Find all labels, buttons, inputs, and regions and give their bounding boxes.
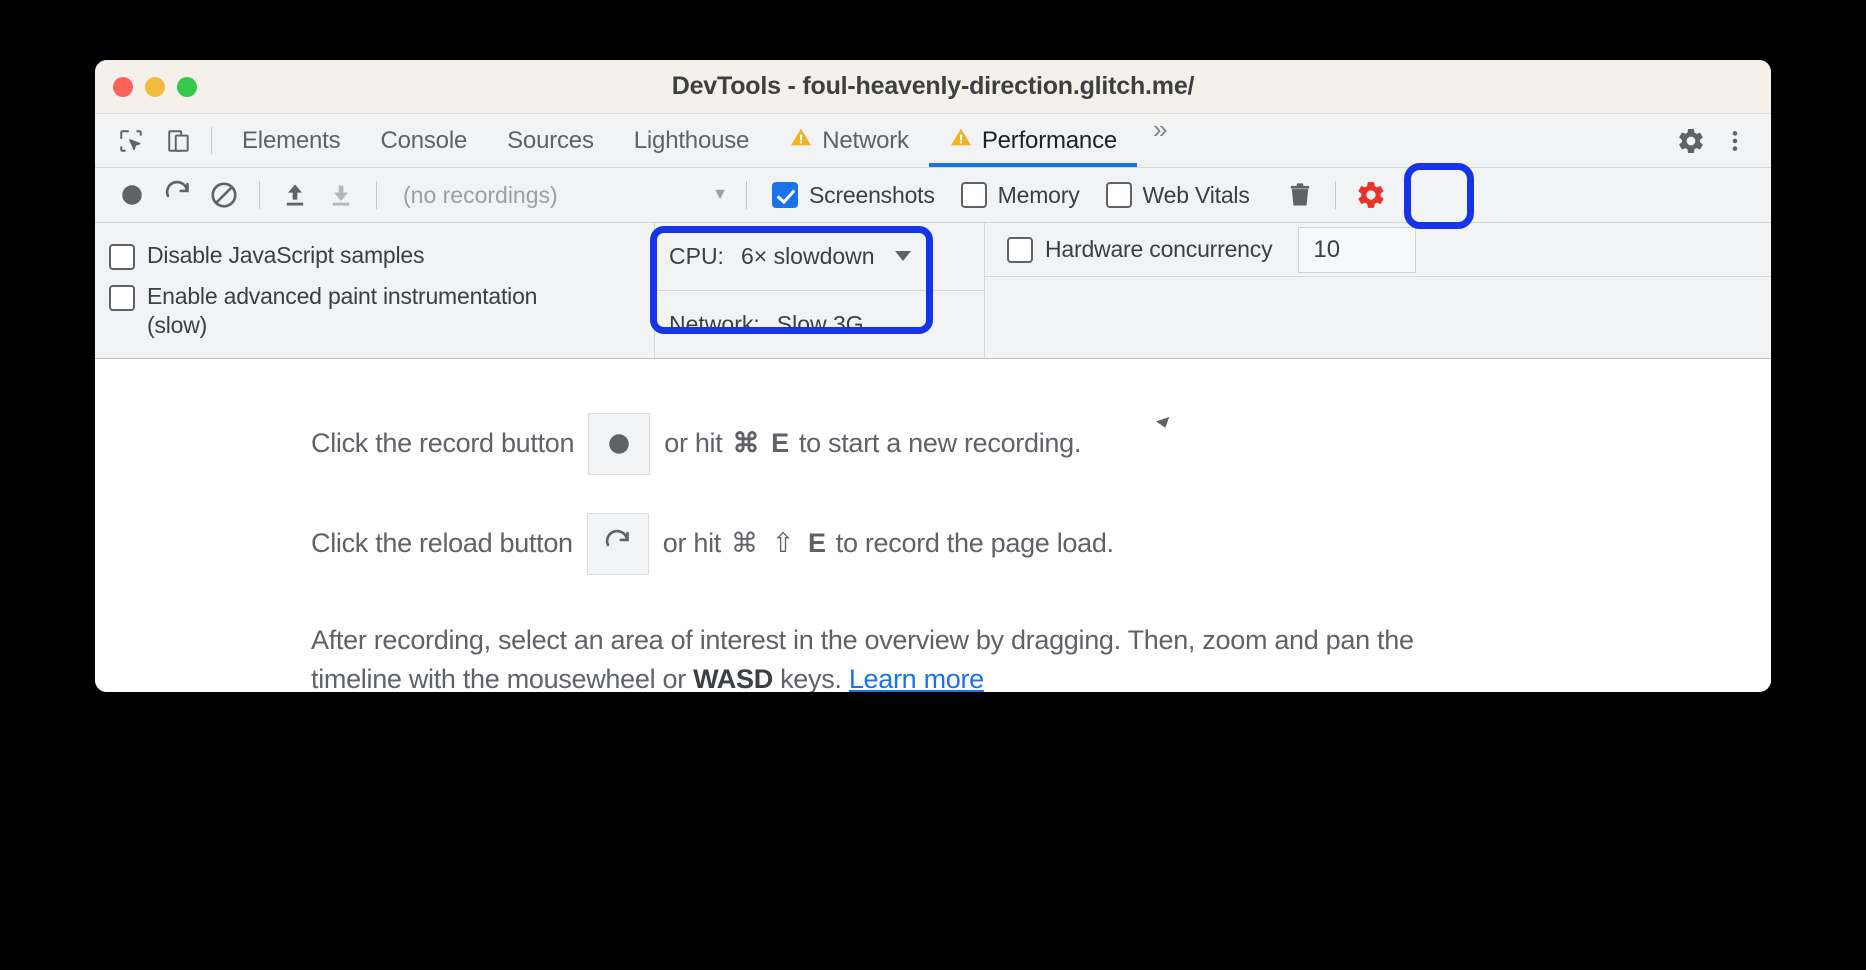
throttling-group: CPU: 6× slowdown Network: Slow 3G bbox=[655, 223, 985, 358]
zoom-button[interactable] bbox=[177, 76, 197, 97]
hint-text-after-suffix: to record the page load. bbox=[835, 528, 1114, 558]
reload-and-record-button[interactable] bbox=[155, 174, 201, 216]
checkbox-box[interactable] bbox=[109, 285, 135, 311]
capture-settings-pane: Disable JavaScript samples Enable advanc… bbox=[95, 223, 1771, 359]
hint-text-after-suffix: to start a new recording. bbox=[798, 428, 1082, 458]
checkbox-label: Web Vitals bbox=[1142, 181, 1250, 208]
tab-list: Elements Console Sources Lighthouse Netw… bbox=[222, 114, 1138, 167]
hint-text-before: Click the record button bbox=[311, 428, 575, 458]
checkbox-box[interactable] bbox=[772, 182, 798, 208]
hardware-concurrency-group: Hardware concurrency 10 bbox=[985, 223, 1771, 358]
tabbar-divider bbox=[211, 127, 212, 154]
tab-sources[interactable]: Sources bbox=[487, 114, 614, 167]
window-controls[interactable] bbox=[113, 76, 197, 97]
landing-paragraph: After recording, select an area of inter… bbox=[95, 621, 1771, 693]
screenshot-root: DevTools - foul-heavenly-direction.glitc… bbox=[0, 0, 1866, 970]
hardware-concurrency-label: Hardware concurrency bbox=[1045, 236, 1273, 263]
cpu-throttling-value: 6× slowdown bbox=[740, 242, 875, 269]
tabbar-right-icons bbox=[1648, 114, 1771, 167]
load-profile-icon[interactable] bbox=[272, 174, 318, 216]
setting-label: Enable advanced paint instrumentation (s… bbox=[147, 283, 538, 338]
more-tabs-icon[interactable]: » bbox=[1137, 114, 1183, 167]
tab-lighthouse[interactable]: Lighthouse bbox=[614, 114, 769, 167]
checkbox-web-vitals[interactable]: Web Vitals bbox=[1093, 182, 1263, 209]
save-profile-icon[interactable] bbox=[318, 174, 364, 216]
hint-text-after-prefix: or hit bbox=[662, 528, 722, 558]
key-command: ⌘ bbox=[732, 428, 760, 458]
more-options-icon[interactable] bbox=[1713, 119, 1757, 163]
toolbar-divider-3 bbox=[746, 181, 747, 209]
tab-label: Performance bbox=[981, 126, 1118, 154]
recording-selector[interactable]: (no recordings) ▼ bbox=[389, 182, 734, 209]
key-e: E bbox=[771, 428, 789, 458]
checkbox-box[interactable] bbox=[960, 182, 987, 208]
record-button[interactable] bbox=[109, 174, 155, 216]
checkbox-screenshots[interactable]: Screenshots bbox=[759, 182, 948, 209]
device-toolbar-icon[interactable] bbox=[157, 119, 201, 163]
cpu-throttling-label: CPU: bbox=[669, 242, 724, 269]
toolbar-divider-2 bbox=[376, 181, 377, 209]
network-throttling-value: Slow 3G bbox=[776, 310, 864, 337]
performance-toolbar: (no recordings) ▼ Screenshots Memory Web… bbox=[95, 168, 1771, 223]
toolbar-divider bbox=[259, 181, 260, 209]
hint-record: Click the record button or hit ⌘ E to st… bbox=[95, 412, 1771, 475]
learn-more-link[interactable]: Learn more bbox=[849, 664, 984, 692]
devtools-tabbar: Elements Console Sources Lighthouse Netw… bbox=[95, 114, 1771, 168]
clear-button[interactable] bbox=[201, 174, 247, 216]
collect-garbage-icon[interactable] bbox=[1277, 174, 1323, 216]
checkbox-box[interactable] bbox=[1105, 182, 1132, 208]
inspect-element-icon[interactable] bbox=[109, 119, 153, 163]
checkbox-box[interactable] bbox=[109, 244, 135, 270]
tab-label: Elements bbox=[242, 126, 341, 154]
window-title: DevTools - foul-heavenly-direction.glitc… bbox=[671, 72, 1195, 100]
hint-text-before: Click the reload button bbox=[311, 528, 573, 558]
setting-disable-js-samples[interactable]: Disable JavaScript samples bbox=[109, 235, 654, 276]
paragraph-bold-wasd: WASD bbox=[693, 664, 773, 692]
key-command: ⌘ bbox=[731, 528, 758, 558]
tab-label: Network bbox=[822, 126, 909, 154]
capture-settings-left: Disable JavaScript samples Enable advanc… bbox=[95, 223, 655, 358]
minimize-button[interactable] bbox=[145, 76, 165, 97]
hint-reload: Click the reload button or hit ⌘ ⇧ E to … bbox=[95, 512, 1771, 575]
warning-icon bbox=[949, 125, 973, 156]
hardware-concurrency-row[interactable]: Hardware concurrency 10 bbox=[985, 223, 1771, 277]
network-throttling-selector[interactable]: Network: Slow 3G bbox=[655, 289, 984, 358]
checkbox-label: Screenshots bbox=[809, 181, 935, 208]
toolbar-divider-4 bbox=[1334, 181, 1336, 209]
tab-elements[interactable]: Elements bbox=[222, 114, 360, 167]
network-throttling-label: Network: bbox=[669, 310, 760, 337]
tab-label: Sources bbox=[507, 126, 594, 154]
tabbar-left-icons bbox=[95, 114, 201, 167]
key-e: E bbox=[808, 528, 826, 558]
hint-text-after-prefix: or hit bbox=[664, 428, 723, 458]
paragraph-part2: keys. bbox=[772, 664, 849, 692]
devtools-window: DevTools - foul-heavenly-direction.glitc… bbox=[95, 60, 1771, 692]
warning-icon bbox=[789, 125, 813, 156]
record-circle-icon[interactable] bbox=[588, 412, 651, 475]
performance-landing-pane: Click the record button or hit ⌘ E to st… bbox=[95, 358, 1771, 693]
settings-gear-icon[interactable] bbox=[1669, 119, 1713, 163]
tab-label: Console bbox=[380, 126, 468, 154]
setting-advanced-paint[interactable]: Enable advanced paint instrumentation (s… bbox=[109, 276, 654, 346]
checkbox-box[interactable] bbox=[1007, 236, 1033, 263]
hardware-concurrency-input[interactable]: 10 bbox=[1298, 226, 1417, 273]
tab-network[interactable]: Network bbox=[769, 114, 929, 167]
chevron-down-icon bbox=[894, 251, 911, 262]
settings-filler bbox=[985, 277, 1771, 358]
checkbox-label: Memory bbox=[997, 181, 1080, 208]
setting-label: Disable JavaScript samples bbox=[147, 242, 425, 268]
recording-selector-value: (no recordings) bbox=[403, 181, 558, 208]
cpu-throttling-selector[interactable]: CPU: 6× slowdown bbox=[655, 223, 984, 290]
chevron-down-icon: ▼ bbox=[712, 186, 728, 203]
checkbox-memory[interactable]: Memory bbox=[948, 182, 1093, 209]
close-button[interactable] bbox=[113, 76, 133, 97]
capture-settings-gear-icon[interactable] bbox=[1348, 174, 1394, 216]
reload-icon[interactable] bbox=[586, 512, 649, 575]
tab-console[interactable]: Console bbox=[360, 114, 487, 167]
key-shift: ⇧ bbox=[771, 528, 795, 558]
tab-performance[interactable]: Performance bbox=[928, 114, 1138, 167]
window-titlebar: DevTools - foul-heavenly-direction.glitc… bbox=[95, 60, 1771, 114]
tab-label: Lighthouse bbox=[633, 126, 750, 154]
